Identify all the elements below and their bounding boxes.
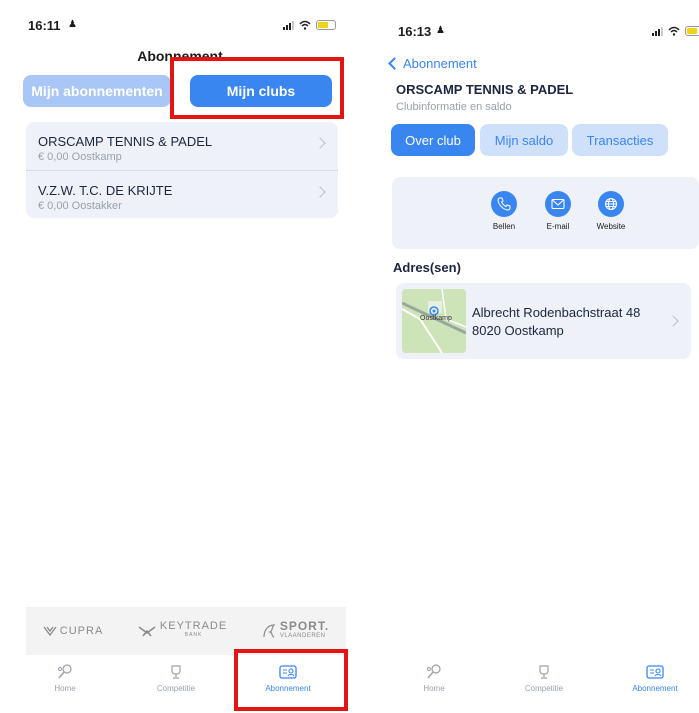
tab-abonnement[interactable]: Abonnement — [615, 664, 695, 693]
contact-actions: Bellen E-mail Website — [392, 177, 699, 249]
person-icon: ♟ — [68, 19, 77, 30]
back-button[interactable]: Abonnement — [388, 56, 477, 71]
club-balance-location: € 0,00 Oostakker — [38, 200, 122, 212]
club-row-krijte[interactable]: V.Z.W. T.C. DE KRIJTE € 0,00 Oostakker — [26, 170, 338, 218]
club-balance-location: € 0,00 Oostkamp — [38, 151, 122, 163]
keytrade-icon — [138, 626, 156, 637]
chevron-left-icon — [388, 57, 401, 70]
tab-over-club[interactable]: Over club — [391, 124, 475, 156]
club-subtitle: Clubinformatie en saldo — [396, 101, 512, 113]
map-label: Oostkamp — [420, 315, 452, 322]
tab-mijn-abonnementen[interactable]: Mijn abonnementen — [23, 75, 171, 107]
signal-icon — [652, 26, 663, 36]
tennis-icon — [58, 664, 72, 679]
wifi-icon — [668, 26, 680, 36]
tab-bar: Home Competitie Abonnement — [380, 658, 699, 713]
tab-label: Competitie — [524, 684, 564, 693]
tab-label: Home — [423, 684, 445, 693]
tab-label: Abonnement — [632, 684, 678, 693]
keytrade-logo: KEYTRADE BANK — [137, 620, 228, 640]
lion-icon — [263, 624, 276, 638]
phone-icon — [497, 197, 511, 211]
back-label: Abonnement — [403, 56, 477, 71]
club-name: ORSCAMP TENNIS & PADEL — [38, 134, 213, 149]
website-button[interactable]: Website — [586, 191, 636, 231]
wifi-icon — [299, 20, 311, 30]
keytrade-text: KEYTRADE — [159, 620, 228, 632]
highlight-box-abonnement — [234, 649, 348, 711]
cupra-logo: CUPRA — [43, 625, 104, 637]
tab-mijn-saldo[interactable]: Mijn saldo — [480, 124, 568, 156]
right-screen: 16:13 ♟ Abonnement ORSCAMP TENNIS & PADE… — [380, 0, 699, 713]
tab-label: Home — [54, 684, 76, 693]
email-button[interactable]: E-mail — [533, 191, 583, 231]
club-name: V.Z.W. T.C. DE KRIJTE — [38, 183, 173, 198]
address-heading: Adres(sen) — [393, 260, 461, 275]
sport-vlaanderen-logo: SPORT. VLAANDEREN — [261, 620, 329, 641]
person-icon: ♟ — [436, 25, 445, 36]
status-icons — [652, 26, 699, 36]
battery-icon — [685, 26, 699, 36]
address-card[interactable]: Oostkamp Albrecht Rodenbachstraat 48 802… — [396, 283, 691, 359]
vlaanderen-text: VLAANDEREN — [279, 633, 326, 639]
status-icons — [283, 20, 336, 30]
tab-home[interactable]: Home — [394, 664, 474, 693]
club-list: ORSCAMP TENNIS & PADEL € 0,00 Oostkamp V… — [26, 122, 338, 218]
sponsor-bar: CUPRA KEYTRADE BANK SPORT. VLAANDEREN — [26, 607, 346, 655]
call-label: Bellen — [492, 222, 516, 231]
status-time: 16:13 — [398, 24, 432, 39]
signal-icon — [283, 20, 294, 30]
status-bar: 16:11 ♟ — [10, 16, 350, 36]
tennis-icon — [427, 664, 441, 679]
mail-icon — [551, 198, 565, 210]
chevron-right-icon — [667, 315, 679, 327]
trophy-icon — [171, 665, 181, 679]
tab-competitie[interactable]: Competitie — [136, 664, 216, 693]
highlight-box-clubs — [170, 57, 344, 119]
battery-icon — [316, 20, 336, 30]
globe-icon — [604, 197, 618, 211]
tab-competitie[interactable]: Competitie — [504, 664, 584, 693]
keytrade-subtext: BANK — [184, 632, 203, 638]
email-label: E-mail — [546, 222, 570, 231]
left-screen: 16:11 ♟ Abonnement Mijn abonnementen Mij… — [10, 0, 350, 713]
id-card-icon — [646, 665, 664, 679]
status-bar: 16:13 ♟ — [380, 16, 699, 39]
map-thumbnail: Oostkamp — [402, 289, 466, 353]
club-row-orscamp[interactable]: ORSCAMP TENNIS & PADEL € 0,00 Oostkamp — [26, 122, 338, 170]
tab-label: Competitie — [156, 684, 196, 693]
cupra-text: CUPRA — [59, 625, 104, 637]
tab-transacties[interactable]: Transacties — [572, 124, 668, 156]
tab-home[interactable]: Home — [25, 664, 105, 693]
website-label: Website — [596, 222, 626, 231]
call-button[interactable]: Bellen — [479, 191, 529, 231]
trophy-icon — [539, 665, 549, 679]
status-time: 16:11 — [28, 18, 61, 33]
club-title: ORSCAMP TENNIS & PADEL — [396, 82, 574, 97]
address-line-2: 8020 Oostkamp — [472, 323, 564, 338]
address-line-1: Albrecht Rodenbachstraat 48 — [472, 305, 641, 320]
cupra-icon — [43, 626, 57, 636]
